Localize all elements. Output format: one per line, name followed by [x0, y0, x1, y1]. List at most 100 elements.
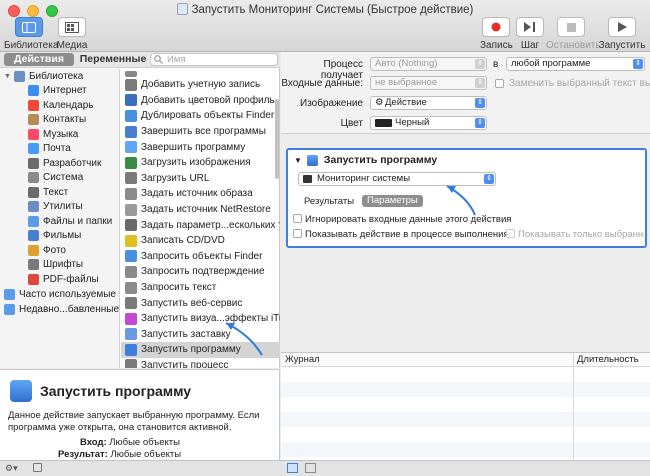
action-launch-application[interactable]: ▼ Запустить программу Мониторинг системы…	[286, 148, 647, 248]
category-icon	[28, 128, 39, 140]
library-item[interactable]: Утилиты	[0, 200, 119, 215]
action-item[interactable]: Добавить учетную запись	[121, 77, 280, 93]
library-item[interactable]: Календарь	[0, 98, 119, 113]
action-item[interactable]: Запросить текст	[121, 280, 280, 296]
action-item[interactable]: Завершить программу	[121, 139, 280, 155]
library-item[interactable]: Разработчик	[0, 156, 119, 171]
action-item[interactable]: Загрузить URL	[121, 171, 280, 187]
category-icon	[28, 259, 39, 271]
category-icon	[28, 201, 39, 213]
action-item[interactable]: Запустить программу	[121, 342, 280, 358]
action-item[interactable]: Задать источник образа	[121, 186, 280, 202]
media-button[interactable]: Медиа	[56, 17, 88, 51]
actions-scrollbar[interactable]	[275, 99, 279, 179]
ignore-input-option[interactable]: Игнорировать входные данные этого действ…	[293, 214, 511, 225]
image-label: Изображение	[300, 98, 363, 109]
show-action-option[interactable]: Показывать действие в процессе выполнени…	[293, 229, 509, 240]
media-icon	[58, 17, 86, 37]
library-item[interactable]: Текст	[0, 185, 119, 200]
library-item-recent[interactable]: Недавно...бавленные	[0, 302, 119, 317]
library-item[interactable]: Контакты	[0, 113, 119, 128]
action-icon	[125, 297, 137, 310]
replace-text-checkbox[interactable]	[495, 79, 504, 88]
column-view-icon[interactable]	[305, 463, 316, 473]
gear-icon: ⚙	[375, 97, 384, 108]
step-icon	[516, 17, 544, 37]
action-item[interactable]: Запустить веб-сервис	[121, 295, 280, 311]
library-item[interactable]: Система	[0, 171, 119, 186]
category-icon	[28, 172, 39, 184]
show-action-checkbox[interactable]	[293, 229, 302, 238]
list-view-icon[interactable]	[287, 463, 298, 473]
action-icon	[125, 250, 137, 263]
gear-icon[interactable]: ⚙▾	[5, 463, 18, 474]
chevron-updown-icon: ⇕	[484, 174, 494, 184]
process-input-popup[interactable]: Авто (Nothing) ⇕	[370, 57, 487, 71]
library-item[interactable]: Фото	[0, 243, 119, 258]
action-item[interactable]: Записать CD/DVD	[121, 233, 280, 249]
action-item[interactable]: Запросить объекты Finder	[121, 249, 280, 265]
category-icon	[28, 99, 39, 111]
action-item[interactable]: Задать параметр...ескольких томов	[121, 217, 280, 233]
tab-actions[interactable]: Действия	[4, 53, 74, 66]
tab-variables[interactable]: Переменные	[78, 53, 148, 66]
folder-icon	[4, 289, 15, 301]
column-divider[interactable]	[573, 353, 574, 461]
color-popup[interactable]: Черный ⇕	[370, 116, 487, 130]
image-popup[interactable]: ⚙ Действие ⇕	[370, 96, 487, 110]
window-title: Запустить Мониторинг Системы (Быстрое де…	[0, 3, 650, 16]
run-button[interactable]: Запустить	[598, 17, 646, 51]
library-item[interactable]: Шрифты	[0, 258, 119, 273]
library-item[interactable]: Почта	[0, 142, 119, 157]
action-item[interactable]: Загрузить изображения	[121, 155, 280, 171]
action-icon	[125, 71, 137, 77]
column-duration[interactable]: Длительность	[577, 354, 639, 365]
tab-results[interactable]: Результаты	[304, 196, 354, 207]
application-popup[interactable]: любой программе ⇕	[506, 57, 645, 71]
show-selected-checkbox[interactable]	[506, 229, 515, 238]
table-row	[281, 397, 650, 412]
description-text: Данное действие запускает выбранную прог…	[8, 410, 260, 433]
library-button[interactable]: Библиотека	[4, 17, 58, 51]
application-select[interactable]: Мониторинг системы ⇕	[298, 172, 496, 186]
replace-text-label: Заменить выбранный текст выходн	[509, 78, 650, 89]
action-icon	[125, 281, 137, 294]
library-list: ▼ Библиотека Интернет Календарь Контакты Му…	[0, 69, 120, 368]
action-icon	[125, 94, 137, 107]
input-data-popup[interactable]: не выбранное ⇕	[370, 76, 487, 90]
table-row	[281, 412, 650, 427]
action-item[interactable]: Завершить все программы	[121, 124, 280, 140]
category-icon	[28, 230, 39, 242]
step-button[interactable]: Шаг	[514, 17, 546, 51]
action-item[interactable]: Задать источник NetRestore	[121, 202, 280, 218]
hide-description-icon[interactable]	[33, 463, 42, 472]
stop-button[interactable]: Остановить	[546, 17, 601, 51]
record-button[interactable]: Запись	[480, 17, 513, 51]
library-item-frequent[interactable]: Часто используемые	[0, 288, 119, 303]
status-bar: ⚙▾	[0, 460, 650, 476]
library-item[interactable]: Музыка	[0, 127, 119, 142]
input-data-label: Входные данные:	[281, 78, 363, 89]
action-item[interactable]: Запустить процесс	[121, 358, 280, 368]
library-item[interactable]: Файлы и папки	[0, 214, 119, 229]
action-icon	[125, 343, 137, 356]
show-selected-option[interactable]: Показывать только выбранные об	[506, 229, 644, 240]
action-item[interactable]: Запустить заставку	[121, 327, 280, 343]
library-root[interactable]: ▼ Библиотека	[0, 69, 119, 84]
library-item[interactable]: Интернет	[0, 84, 119, 99]
tab-parameters[interactable]: Параметры	[362, 195, 423, 207]
search-input[interactable]: Имя	[150, 53, 278, 66]
library-item[interactable]: PDF-файлы	[0, 272, 119, 287]
table-row	[281, 367, 650, 382]
action-item[interactable]: Дублировать объекты Finder	[121, 108, 280, 124]
action-title: ▼ Запустить программу	[294, 154, 438, 166]
action-item[interactable]: Запросить подтверждение	[121, 264, 280, 280]
library-item[interactable]: Фильмы	[0, 229, 119, 244]
ignore-input-checkbox[interactable]	[293, 214, 302, 223]
action-item[interactable]: Запустить визуа...эффекты iTunes	[121, 311, 280, 327]
activity-monitor-icon	[303, 175, 312, 183]
action-item[interactable]: Добавить цветовой профиль	[121, 93, 280, 109]
column-journal[interactable]: Журнал	[285, 354, 320, 365]
disclosure-down-icon[interactable]: ▼	[294, 156, 302, 165]
chevron-updown-icon: ⇕	[475, 98, 485, 108]
